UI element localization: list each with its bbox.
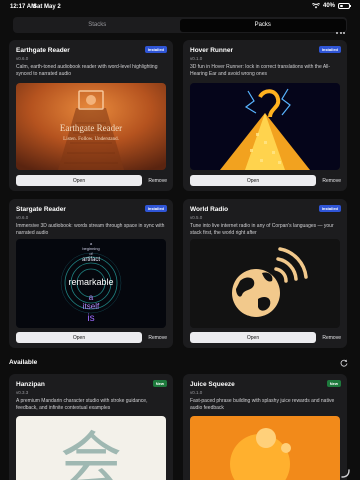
card-title: Juice Squeeze [190, 381, 235, 388]
hanzipan-character: 会 [59, 424, 122, 480]
wifi-icon [311, 3, 320, 9]
battery-icon [338, 3, 351, 9]
window-resize-icon[interactable] [340, 468, 350, 478]
card-version: v0.6.0 [16, 215, 29, 220]
card-version: v0.6.0 [16, 56, 29, 61]
installed-badge: Installed [318, 46, 341, 53]
card-version: v0.1.0 [190, 56, 203, 61]
juice-squeeze-thumbnail [190, 416, 340, 480]
card-description: Tune into live internet radio in any of … [190, 223, 334, 236]
open-button[interactable]: Open [16, 332, 142, 343]
card-title: Stargate Reader [16, 206, 66, 213]
pack-card-stargate-reader: Stargate Reader v0.6.0 Installed Immersi… [9, 199, 173, 348]
new-badge: New [152, 380, 167, 387]
card-version: v0.5.0 [190, 215, 203, 220]
card-version: v0.1.0 [190, 390, 203, 395]
stream-word-remarkable: remarkable [68, 277, 114, 287]
remove-button[interactable]: Remove [317, 332, 341, 343]
card-description: Calm, earth-toned audiobook reader with … [16, 64, 158, 77]
remove-button[interactable]: Remove [143, 332, 167, 343]
card-title: World Radio [190, 206, 229, 213]
installed-badge: Installed [318, 205, 341, 212]
open-button[interactable]: Open [16, 175, 142, 186]
tab-packs[interactable]: Packs [180, 18, 346, 32]
stream-word-artifact: artifact [81, 257, 100, 263]
card-title: Hover Runner [190, 47, 233, 54]
tab-stacks[interactable]: Stacks [15, 19, 181, 32]
pack-card-earthgate-reader: Earthgate Reader v0.6.0 Installed Calm, … [9, 40, 173, 191]
available-section-title: Available [9, 359, 38, 366]
status-date: Sat May 2 [33, 4, 61, 10]
battery-level-fill [340, 5, 344, 7]
earthgate-thumbnail: Earthgate Reader Listen. Follow. Underst… [16, 83, 166, 170]
open-button[interactable]: Open [190, 175, 316, 186]
remove-button[interactable]: Remove [143, 175, 167, 186]
status-right: 40% [311, 3, 351, 9]
pack-tabs: Stacks Packs [13, 17, 347, 33]
thumb-title: Earthgate Reader [59, 123, 123, 133]
hover-runner-thumbnail [190, 83, 340, 170]
open-button[interactable]: Open [190, 332, 316, 343]
installed-badge: Installed [144, 46, 167, 53]
stargate-thumbnail: a beginning of artifact remarkable a its… [16, 239, 166, 328]
card-description: 3D fun in Hover Runner: lock in correct … [190, 64, 331, 77]
pack-card-hover-runner: Hover Runner v0.1.0 Installed 3D fun in … [183, 40, 347, 191]
stream-word-a2: a [88, 293, 94, 302]
card-title: Hanzipan [16, 381, 45, 388]
world-radio-thumbnail [190, 239, 340, 328]
card-description: A premium Mandarin character studio with… [16, 398, 148, 411]
card-title: Earthgate Reader [16, 47, 70, 54]
stream-word-of: of [89, 251, 93, 256]
thumb-subtitle: Listen. Follow. Understand. [63, 137, 119, 142]
pack-card-world-radio: World Radio v0.5.0 Installed Tune into l… [183, 199, 347, 348]
status-bar: 12:17 AM Sat May 2 40% [0, 0, 360, 14]
stream-word-itself: itself [82, 302, 100, 311]
hanzipan-thumbnail: 会 [16, 416, 166, 480]
refresh-icon[interactable] [340, 359, 348, 367]
battery-percent: 40% [322, 3, 335, 9]
stream-word-is: is [87, 313, 95, 324]
card-version: v0.3.3 [16, 390, 29, 395]
card-description: Fast-paced phrase building with splashy … [190, 398, 335, 411]
new-badge: New [326, 380, 341, 387]
remove-button[interactable]: Remove [317, 175, 341, 186]
installed-badge: Installed [144, 205, 167, 212]
pack-card-juice-squeeze: Juice Squeeze v0.1.0 New Fast-paced phra… [183, 374, 347, 480]
more-dots-icon[interactable] [336, 30, 348, 36]
card-description: Immersive 3D audiobook: words stream thr… [16, 223, 165, 236]
pack-card-hanzipan: Hanzipan v0.3.3 New A premium Mandarin c… [9, 374, 173, 480]
